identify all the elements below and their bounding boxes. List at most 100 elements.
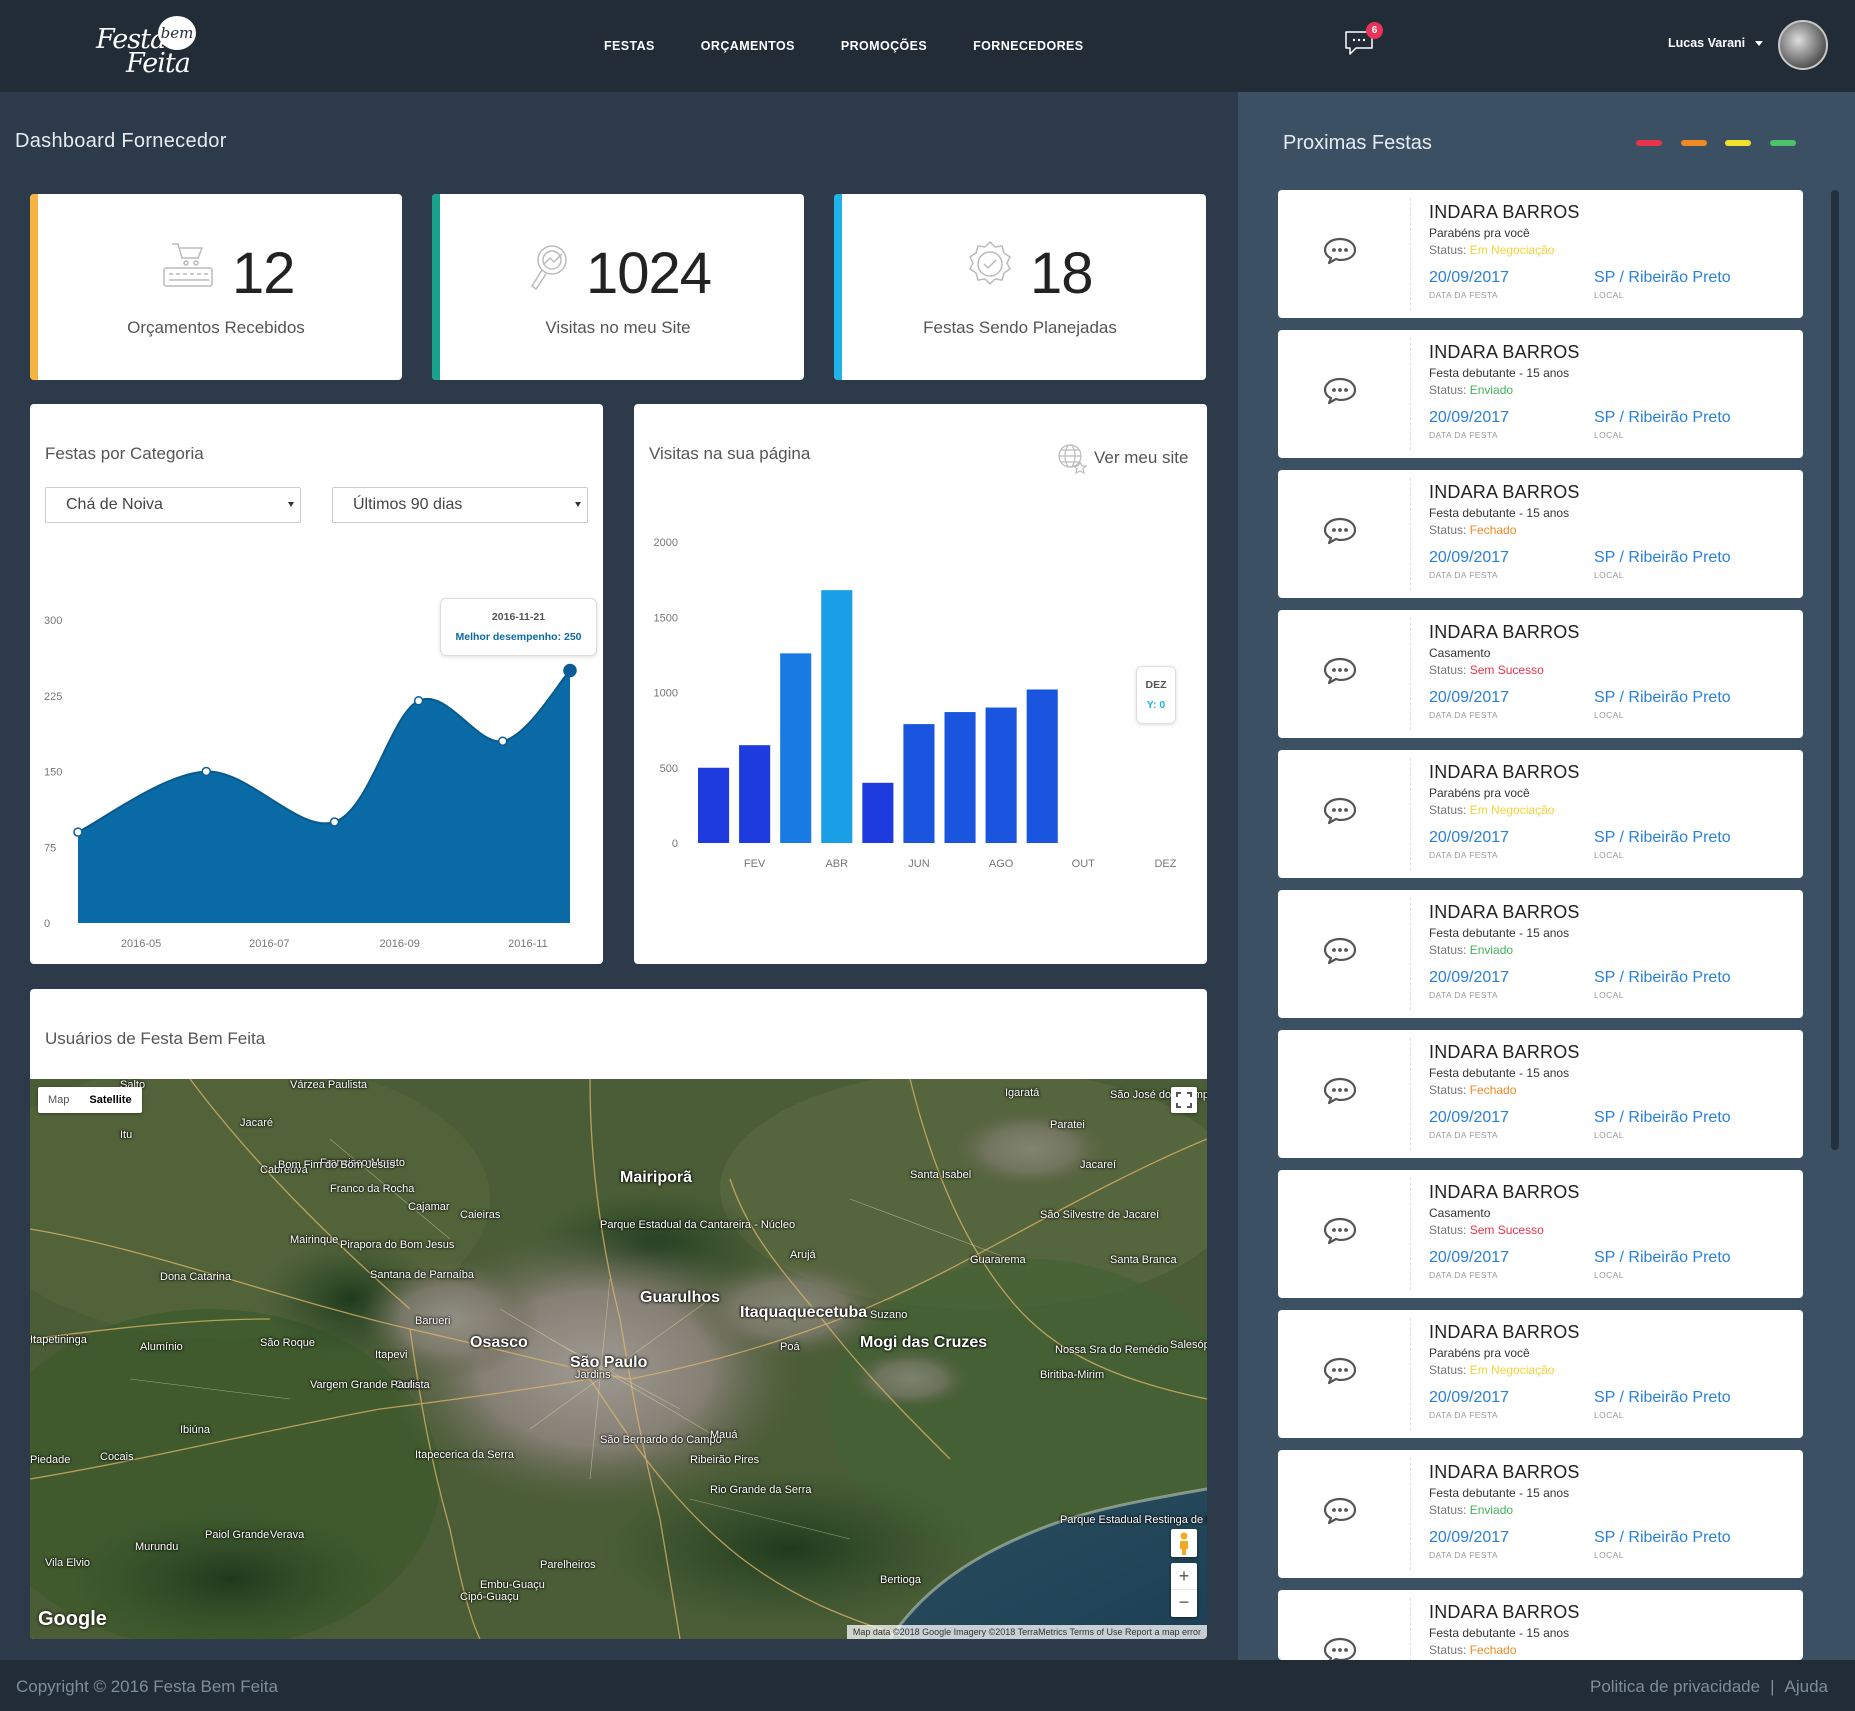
chat-bubble-icon [1323, 237, 1357, 265]
map-place-label: Murundu [135, 1541, 179, 1553]
nav-promocoes[interactable]: PROMOÇÕES [841, 39, 927, 53]
bar-jun[interactable] [903, 724, 935, 843]
bar-set[interactable] [1026, 689, 1058, 843]
help-link[interactable]: Ajuda [1785, 1677, 1828, 1696]
stat-card-festas[interactable]: 18 Festas Sendo Planejadas [834, 194, 1206, 380]
x-tick-label: 2016-07 [249, 938, 289, 950]
map-place-label: Ibiúna [180, 1424, 210, 1436]
party-status: Status: Fechado [1429, 1083, 1516, 1097]
party-location[interactable]: SP / Ribeirão Preto [1594, 689, 1731, 707]
stat-accent-bar [30, 194, 38, 380]
zoom-in-button[interactable]: + [1171, 1563, 1197, 1590]
party-date: 20/09/2017 [1429, 549, 1510, 566]
party-location[interactable]: SP / Ribeirão Preto [1594, 1529, 1731, 1547]
party-type: Casamento [1429, 1206, 1491, 1220]
party-card[interactable]: INDARA BARROS Festa debutante - 15 anos St… [1278, 1590, 1803, 1660]
party-location[interactable]: SP / Ribeirão Preto [1594, 829, 1731, 847]
map-place-label: Suzano [870, 1309, 908, 1321]
stat-card-orcamentos[interactable]: 12 Orçamentos Recebidos [30, 194, 402, 380]
party-card[interactable]: INDARA BARROS Parabéns pra você Status: Em… [1278, 190, 1803, 318]
sidebar-scrollbar[interactable] [1831, 190, 1839, 1150]
map-place-label: Caieiras [460, 1209, 501, 1221]
zoom-out-button[interactable]: − [1171, 1590, 1197, 1617]
nav-orcamentos[interactable]: ORÇAMENTOS [701, 39, 795, 53]
brand-logo[interactable]: Festa bem Feita [96, 14, 206, 79]
party-client-name: INDARA BARROS [1429, 762, 1580, 782]
map-type-map-button[interactable]: Map [38, 1087, 79, 1113]
legend-red [1636, 140, 1662, 146]
party-card[interactable]: INDARA BARROS Festa debutante - 15 anos St… [1278, 1030, 1803, 1158]
area-point[interactable] [201, 766, 212, 777]
map-place-label: Jardins [575, 1369, 611, 1381]
sidebar-title: Proximas Festas [1283, 132, 1432, 154]
party-date-label: DATA DA FESTA [1429, 710, 1498, 720]
party-location[interactable]: SP / Ribeirão Preto [1594, 409, 1731, 427]
party-card[interactable]: INDARA BARROS Parabéns pra você Status: Em… [1278, 750, 1803, 878]
party-client-name: INDARA BARROS [1429, 1042, 1580, 1062]
bar-ago[interactable] [985, 707, 1017, 843]
google-logo: Google [38, 1608, 107, 1630]
y-tick-label: 0 [44, 918, 50, 930]
chat-bubble-icon [1323, 797, 1357, 825]
party-type: Festa debutante - 15 anos [1429, 1066, 1570, 1080]
party-status: Status: Em Negociação [1429, 1363, 1554, 1377]
chat-bubble-icon [1323, 657, 1357, 685]
fullscreen-button[interactable] [1171, 1087, 1197, 1113]
party-location[interactable]: SP / Ribeirão Preto [1594, 269, 1731, 287]
area-point[interactable] [497, 736, 508, 746]
magnifier-chart-icon [530, 245, 567, 291]
party-client-name: INDARA BARROS [1429, 1602, 1580, 1622]
party-type: Parabéns pra você [1429, 226, 1530, 240]
party-location[interactable]: SP / Ribeirão Preto [1594, 1109, 1731, 1127]
card-divider [1410, 478, 1411, 590]
chat-bubble-icon [1323, 1077, 1357, 1105]
party-card[interactable]: INDARA BARROS Casamento Status: Sem Sucess… [1278, 1170, 1803, 1298]
privacy-link[interactable]: Politica de privacidade [1590, 1677, 1760, 1696]
party-card[interactable]: INDARA BARROS Festa debutante - 15 anos St… [1278, 470, 1803, 598]
map-place-label: Parque Estadual da Cantareira - Núcleo [600, 1219, 796, 1231]
x-tick-label: 2016-11 [508, 938, 548, 950]
map-type-satellite-button[interactable]: Satellite [79, 1087, 141, 1113]
map-place-label: Itapevi [375, 1349, 408, 1361]
area-point[interactable] [73, 827, 83, 837]
party-card[interactable]: INDARA BARROS Casamento Status: Sem Sucess… [1278, 610, 1803, 738]
party-date: 20/09/2017 [1429, 1249, 1510, 1266]
party-location[interactable]: SP / Ribeirão Preto [1594, 549, 1731, 567]
status-value: Em Negociação [1469, 243, 1555, 257]
avatar[interactable] [1778, 20, 1828, 70]
bar-jul[interactable] [944, 712, 976, 843]
area-point[interactable] [563, 663, 577, 678]
party-card[interactable]: INDARA BARROS Festa debutante - 15 anos St… [1278, 1450, 1803, 1578]
party-location-label: LOCAL [1594, 850, 1624, 860]
stat-value: 12 [232, 241, 296, 306]
party-status: Status: Enviado [1429, 943, 1513, 957]
bar-fev[interactable] [739, 745, 771, 843]
party-type: Casamento [1429, 646, 1491, 660]
party-location[interactable]: SP / Ribeirão Preto [1594, 1249, 1731, 1267]
map-place-label: Salesópolis [1170, 1339, 1207, 1351]
satellite-map[interactable]: Várzea Paulista Francisco Morato Franco da… [30, 1079, 1207, 1639]
y-tick-label: 500 [660, 763, 678, 775]
street-view-button[interactable] [1171, 1529, 1197, 1557]
map-place-label: Arujá [790, 1249, 816, 1261]
bar-jan[interactable] [698, 767, 730, 843]
party-status: Status: Fechado [1429, 1643, 1516, 1657]
bar-mar[interactable] [780, 653, 812, 843]
party-card[interactable]: INDARA BARROS Festa debutante - 15 anos St… [1278, 330, 1803, 458]
messages-button[interactable]: 6 [1344, 22, 1383, 56]
area-point[interactable] [329, 817, 340, 827]
stat-card-visitas[interactable]: 1024 Visitas no meu Site [432, 194, 804, 380]
area-point[interactable] [413, 696, 424, 706]
nav-fornecedores[interactable]: FORNECEDORES [973, 39, 1083, 53]
user-name: Lucas Varani [1668, 36, 1746, 50]
party-location[interactable]: SP / Ribeirão Preto [1594, 1389, 1731, 1407]
nav-festas[interactable]: FESTAS [604, 39, 655, 53]
party-card[interactable]: INDARA BARROS Parabéns pra você Status: Em… [1278, 1310, 1803, 1438]
party-card[interactable]: INDARA BARROS Festa debutante - 15 anos St… [1278, 890, 1803, 1018]
y-tick-label: 225 [44, 691, 62, 703]
bar-abr[interactable] [821, 590, 853, 843]
user-menu[interactable]: Lucas Varani [1668, 36, 1764, 50]
map-attribution[interactable]: Map data ©2018 Google Imagery ©2018 Terr… [846, 1625, 1207, 1639]
bar-mai[interactable] [862, 782, 894, 843]
party-location[interactable]: SP / Ribeirão Preto [1594, 969, 1731, 987]
